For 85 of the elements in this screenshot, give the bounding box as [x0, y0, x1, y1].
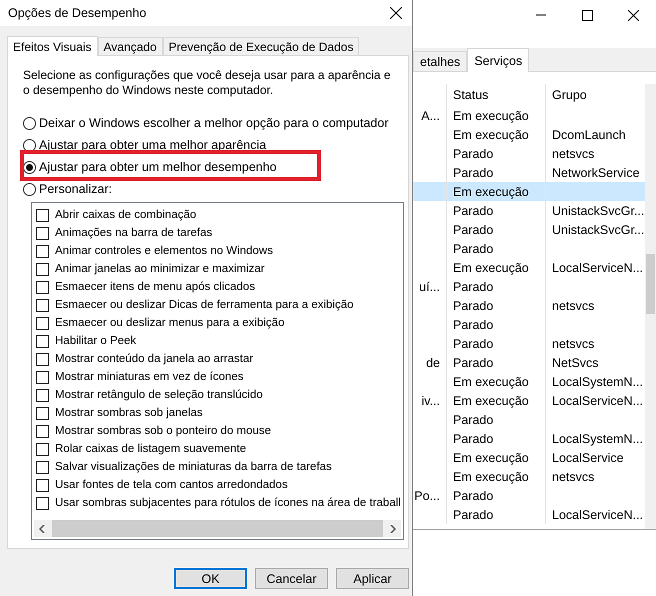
radio-label[interactable]: Ajustar para obter um melhor desempenho: [39, 160, 277, 174]
checkbox[interactable]: [36, 388, 49, 402]
radio-label[interactable]: Personalizar:: [39, 182, 112, 196]
close-icon[interactable]: [628, 10, 638, 20]
table-cell-text: Po...: [414, 488, 441, 502]
checkbox[interactable]: [36, 316, 49, 330]
table-cell: Parado: [446, 353, 545, 372]
checkbox-label[interactable]: Salvar visualizações de miniaturas da barra de tarefas: [55, 461, 332, 473]
checkbox-label[interactable]: Rolar caixas de listagem suavemente: [55, 443, 246, 455]
checkbox[interactable]: [36, 442, 49, 456]
radio-button[interactable]: [23, 138, 36, 152]
checkbox[interactable]: [36, 334, 49, 348]
table-cell: Parado: [446, 505, 545, 524]
tab[interactable]: Efeitos Visuais: [7, 36, 98, 56]
table-cell: Em execução: [446, 106, 545, 125]
checkbox[interactable]: [36, 496, 49, 510]
checkbox-label[interactable]: Abrir caixas de combinação: [55, 209, 196, 221]
table-cell: Parado: [446, 315, 545, 334]
description-text: Selecione as configurações que você deseja usar para a aparência e o desempenho do Windows neste computador.: [23, 68, 392, 98]
maximize-icon[interactable]: [582, 10, 592, 20]
checkbox-label[interactable]: Animar controles e elementos no Windows: [55, 245, 273, 257]
radio-button[interactable]: [23, 160, 36, 174]
table-cell: Em execução: [446, 372, 545, 391]
tab[interactable]: Serviços: [467, 48, 530, 72]
checkbox-label[interactable]: Usar fontes de tela com cantos arredondados: [55, 479, 288, 491]
checkbox-label[interactable]: Usar sombras subjacentes para rótulos de ícones na área de traball: [55, 497, 401, 509]
dialog-button[interactable]: Cancelar: [255, 568, 328, 589]
table-cell: Parado: [446, 144, 545, 163]
checkbox[interactable]: [36, 478, 49, 492]
table-cell: Em execução: [446, 258, 545, 277]
scrollbar[interactable]: [645, 84, 656, 529]
checkbox-label[interactable]: Mostrar conteúdo da janela ao arrastar: [55, 353, 254, 365]
table-cell: Parado: [446, 486, 545, 505]
table-cell: Em execução: [446, 448, 545, 467]
close-icon[interactable]: [390, 7, 402, 19]
tab[interactable]: Prevenção de Execução de Dados: [162, 37, 360, 55]
column-header[interactable]: Status: [446, 84, 545, 106]
tab[interactable]: etalhes: [413, 51, 468, 71]
table-cell: Parado: [446, 239, 545, 258]
radio-button[interactable]: [23, 182, 36, 196]
table-cell: Parado: [446, 277, 545, 296]
minimize-icon[interactable]: [536, 14, 546, 16]
tab[interactable]: Avançado: [98, 37, 163, 55]
dialog-button[interactable]: OK: [174, 568, 247, 589]
checkbox-label[interactable]: Mostrar sombras sob o ponteiro do mouse: [55, 425, 272, 437]
checkbox[interactable]: [36, 244, 49, 258]
checkbox[interactable]: [36, 298, 49, 312]
checkbox[interactable]: [36, 370, 49, 384]
checkbox[interactable]: [36, 352, 49, 366]
table-cell: Parado: [446, 201, 545, 220]
checkbox-label[interactable]: Esmaecer ou deslizar Dicas de ferramenta para a exibição: [55, 299, 354, 311]
checkbox[interactable]: [36, 262, 49, 276]
checkbox[interactable]: [36, 226, 49, 240]
checkbox-label[interactable]: Animar janelas ao minimizar e maximizar: [55, 263, 265, 275]
table-cell-text: de: [426, 356, 441, 370]
table-cell: Parado: [446, 220, 545, 239]
table-cell: Parado: [446, 296, 545, 315]
window-title: Opções de Desempenho: [8, 6, 146, 20]
checkbox[interactable]: [36, 424, 49, 438]
table-cell: Parado: [446, 429, 545, 448]
table-cell: Em execução: [446, 182, 545, 201]
table-cell: Em execução: [446, 125, 545, 144]
checkbox[interactable]: [36, 406, 49, 420]
checkbox-label[interactable]: Mostrar sombras sob janelas: [55, 407, 203, 419]
checkbox-label[interactable]: Mostrar retângulo de seleção translúcido: [55, 389, 263, 401]
checkbox-label[interactable]: Mostrar miniaturas em vez de ícones: [55, 371, 244, 383]
table-cell-text: iv...: [421, 394, 441, 408]
dialog-button[interactable]: Aplicar: [336, 568, 409, 589]
table-cell: Em execução: [446, 467, 545, 486]
table-cell-text: uí...: [419, 280, 441, 294]
table-cell: Parado: [446, 410, 545, 429]
checkbox[interactable]: [36, 208, 49, 222]
checkbox[interactable]: [36, 280, 49, 294]
checkbox-label[interactable]: Habilitar o Peek: [55, 335, 136, 347]
checkbox-label[interactable]: Esmaecer itens de menu após clicados: [55, 281, 256, 293]
radio-button[interactable]: [23, 116, 36, 130]
table-cell: Em execução: [446, 391, 545, 410]
horizontal-scrollbar[interactable]: [34, 520, 401, 537]
radio-label[interactable]: Deixar o Windows escolher a melhor opção para o computador: [39, 116, 388, 130]
table-cell-text: A...: [421, 108, 441, 122]
radio-label[interactable]: Ajustar para obter uma melhor aparência: [39, 138, 266, 152]
checkbox[interactable]: [36, 460, 49, 474]
checkbox-label[interactable]: Esmaecer ou deslizar menus para a exibição: [55, 317, 284, 329]
checkbox-label[interactable]: Animações na barra de tarefas: [55, 227, 212, 239]
table-cell: Parado: [446, 334, 545, 353]
